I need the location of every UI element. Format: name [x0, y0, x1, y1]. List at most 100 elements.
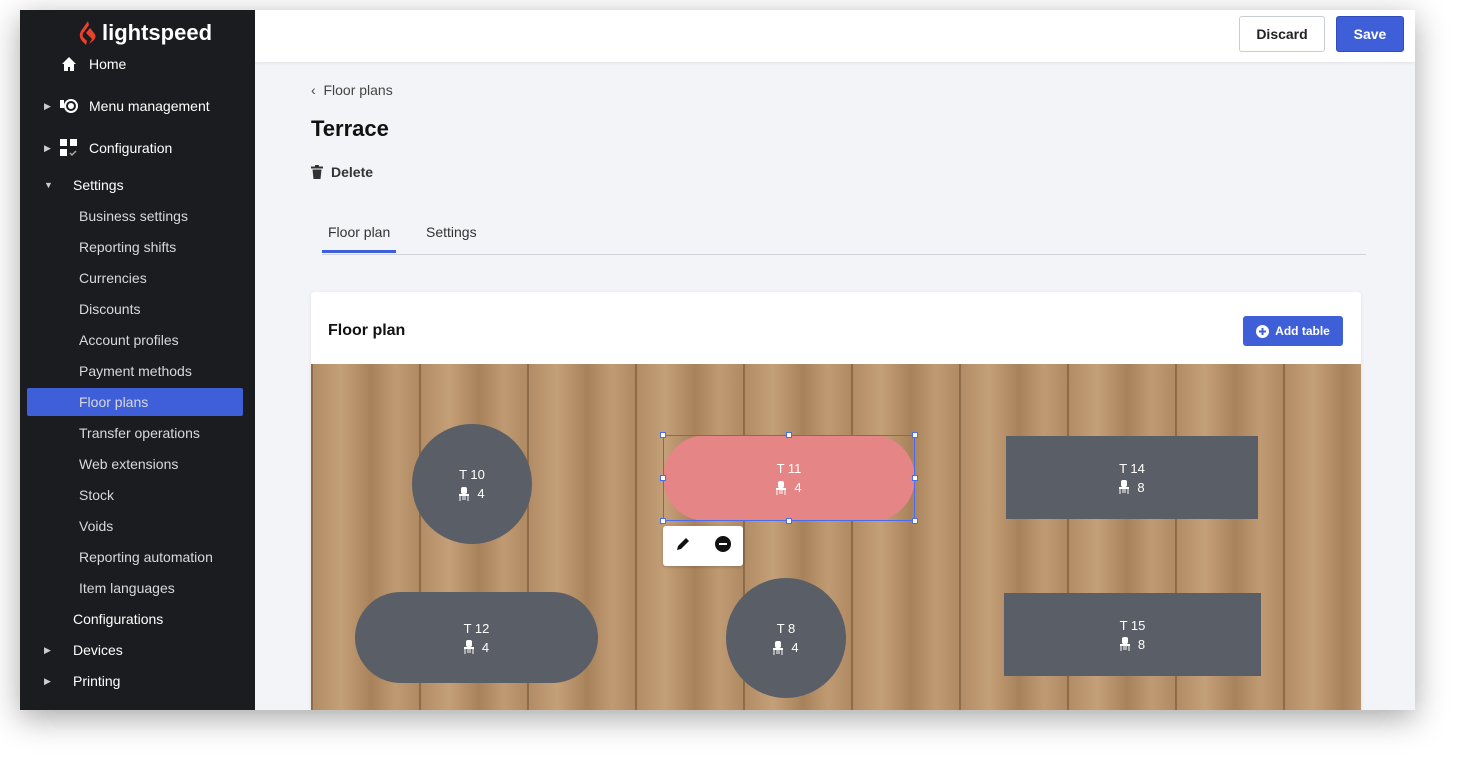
sidebar-item-label: Currencies: [79, 270, 147, 286]
sidebar-item-label: Web extensions: [79, 456, 179, 472]
table-toolbar: [663, 526, 743, 566]
resize-handle[interactable]: [912, 518, 918, 524]
tab-bar: Floor plan Settings: [322, 212, 1366, 255]
table-t15[interactable]: T 15 8: [1004, 593, 1261, 676]
sidebar-item-label: Menu management: [89, 98, 210, 114]
sidebar-item-label: Account profiles: [79, 332, 179, 348]
sidebar-item-item-languages[interactable]: Item languages: [20, 574, 255, 602]
sidebar-item-label: Settings: [73, 177, 124, 193]
lightspeed-logo[interactable]: lightspeed: [78, 20, 212, 46]
sidebar-item-label: Voids: [79, 518, 114, 534]
seat-count: 4: [791, 640, 799, 655]
table-t12[interactable]: T 12 4: [355, 592, 598, 683]
sidebar-item-label: Business settings: [79, 208, 188, 224]
sidebar-item-web-extensions[interactable]: Web extensions: [20, 450, 255, 478]
edit-pencil-icon[interactable]: [675, 536, 691, 557]
card-title: Floor plan: [328, 322, 406, 339]
resize-handle[interactable]: [786, 518, 792, 524]
floor-plan-canvas[interactable]: T 10 4 T 11 4 T 14 8 T 12 4 T 84T 15 8: [311, 364, 1361, 710]
app-window: lightspeed Home ▶ Menu management ▶ Configur…: [20, 10, 1415, 710]
sidebar-item-reporting-shifts[interactable]: Reporting shifts: [20, 233, 255, 261]
chair-icon: [1119, 480, 1130, 494]
remove-icon[interactable]: [715, 535, 731, 557]
sidebar-item-label: Item languages: [79, 580, 175, 596]
tab-settings[interactable]: Settings: [426, 224, 477, 240]
trash-icon: [311, 165, 323, 179]
sidebar-item-transfer-operations[interactable]: Transfer operations: [20, 419, 255, 447]
seat-count: 4: [477, 486, 485, 501]
discard-button[interactable]: Discard: [1239, 16, 1325, 52]
main-content: ‹ Floor plans Terrace Delete Floor plan …: [255, 62, 1415, 710]
table-t14[interactable]: T 14 8: [1006, 436, 1258, 519]
chair-icon: [463, 640, 474, 654]
table-name: T 10: [459, 467, 485, 482]
sidebar-item-voids[interactable]: Voids: [20, 512, 255, 540]
caret-right-icon[interactable]: ▶: [44, 645, 51, 656]
sidebar-item-label: Configurations: [73, 611, 164, 627]
floor-plan-card: Floor plan Add table T 10 4 T 11 4 T 14 8 T 12…: [311, 292, 1361, 710]
sidebar-item-label: Reporting automation: [79, 549, 213, 565]
sidebar-item-home[interactable]: Home: [20, 50, 255, 78]
sidebar-item-stock[interactable]: Stock: [20, 481, 255, 509]
seat-count: 8: [1137, 479, 1145, 495]
resize-handle[interactable]: [912, 432, 918, 438]
table-name: T 8: [776, 621, 796, 636]
sidebar-item-label: Payment methods: [79, 363, 192, 379]
tab-floor-plan[interactable]: Floor plan: [322, 224, 397, 253]
selection-box: [660, 432, 918, 524]
chair-icon: [773, 640, 784, 655]
sidebar-item-label: Transfer operations: [79, 425, 200, 441]
home-icon: [60, 55, 78, 73]
table-name: T 12: [463, 620, 490, 636]
table-t10[interactable]: T 10 4: [412, 424, 532, 544]
table-name: T 15: [1119, 617, 1146, 633]
top-bar: Discard Save: [255, 10, 1415, 62]
resize-handle[interactable]: [660, 518, 666, 524]
resize-handle[interactable]: [660, 475, 666, 481]
chevron-left-icon: ‹: [311, 82, 324, 98]
sidebar-item-settings[interactable]: ▼ Settings: [20, 171, 255, 199]
flame-icon: [79, 21, 96, 45]
chair-icon: [1119, 637, 1130, 651]
seat-count: 4: [481, 639, 490, 655]
sidebar-item-menu-management[interactable]: ▶ Menu management: [20, 92, 255, 120]
sidebar-item-configuration[interactable]: ▶ Configuration: [20, 134, 255, 162]
configuration-icon: [60, 139, 78, 157]
sidebar-item-devices[interactable]: ▶ Devices: [20, 636, 255, 664]
sidebar-item-floor-plans[interactable]: Floor plans: [27, 388, 243, 416]
sidebar-item-label: Devices: [73, 642, 123, 658]
sidebar-item-discounts[interactable]: Discounts: [20, 295, 255, 323]
sidebar-item-configurations[interactable]: Configurations: [20, 605, 255, 633]
breadcrumb[interactable]: ‹ Floor plans: [311, 82, 393, 98]
save-button[interactable]: Save: [1336, 16, 1404, 52]
add-table-button[interactable]: Add table: [1243, 316, 1343, 346]
caret-right-icon[interactable]: ▶: [44, 143, 51, 154]
resize-handle[interactable]: [786, 432, 792, 438]
caret-down-icon[interactable]: ▼: [44, 180, 53, 190]
sidebar: lightspeed Home ▶ Menu management ▶ Configur…: [20, 10, 255, 710]
resize-handle[interactable]: [912, 475, 918, 481]
delete-button[interactable]: Delete: [311, 164, 373, 180]
page-title: Terrace: [311, 116, 389, 141]
table-name: T 14: [1119, 460, 1145, 476]
sidebar-item-business-settings[interactable]: Business settings: [20, 202, 255, 230]
sidebar-item-label: Home: [89, 56, 127, 72]
sidebar-item-label: Reporting shifts: [79, 239, 177, 255]
sidebar-item-label: Printing: [73, 673, 121, 689]
menu-icon: [60, 97, 78, 115]
caret-right-icon[interactable]: ▶: [44, 101, 51, 112]
sidebar-item-label: Configuration: [89, 140, 173, 156]
sidebar-item-account-profiles[interactable]: Account profiles: [20, 326, 255, 354]
caret-right-icon[interactable]: ▶: [44, 676, 51, 687]
seat-count: 8: [1137, 636, 1146, 652]
table-t8[interactable]: T 84: [726, 578, 846, 698]
chair-icon: [459, 486, 470, 501]
sidebar-item-label: Discounts: [79, 301, 141, 317]
sidebar-item-reporting-automation[interactable]: Reporting automation: [20, 543, 255, 571]
sidebar-item-currencies[interactable]: Currencies: [20, 264, 255, 292]
resize-handle[interactable]: [660, 432, 666, 438]
sidebar-item-printing[interactable]: ▶ Printing: [20, 667, 255, 695]
plus-circle-icon: [1256, 324, 1270, 338]
sidebar-item-payment-methods[interactable]: Payment methods: [20, 357, 255, 385]
sidebar-item-label: Floor plans: [79, 394, 149, 410]
